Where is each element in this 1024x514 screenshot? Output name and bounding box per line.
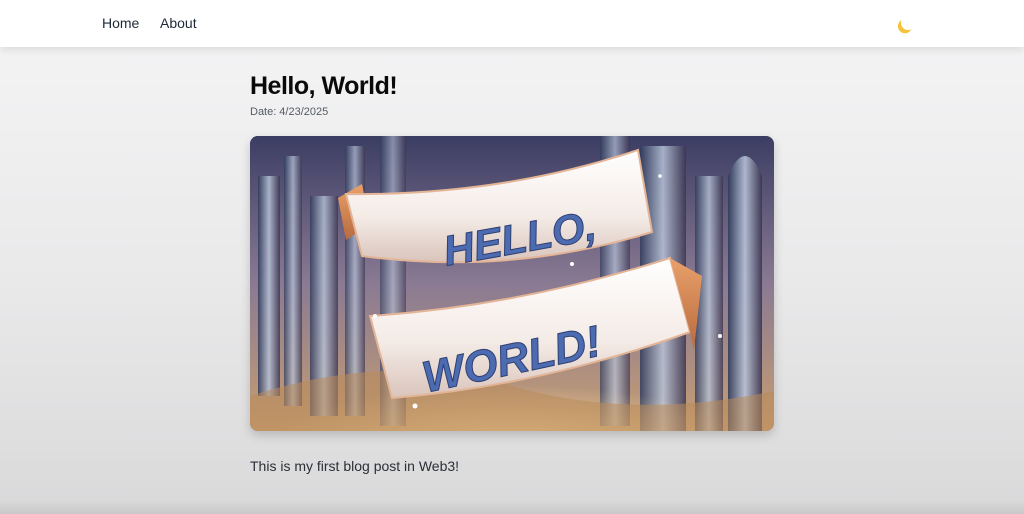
nav-home-link[interactable]: Home [102, 14, 139, 32]
date-label: Date: [250, 106, 277, 118]
nav-about-link[interactable]: About [160, 14, 197, 32]
theme-toggle-button[interactable] [896, 13, 916, 33]
hero-image: HELLO, WORLD! [250, 136, 774, 431]
bottom-shadow [0, 500, 1024, 514]
date-value: 4/23/2025 [279, 106, 329, 118]
post-date: Date: 4/23/2025 [250, 106, 328, 119]
hero-illustration: HELLO, WORLD! [250, 136, 774, 431]
post-body-text: This is my first blog post in Web3! [250, 458, 460, 474]
top-navbar: Home About [0, 0, 1024, 47]
moon-icon [899, 14, 917, 32]
post-title: Hello, World! [250, 72, 398, 100]
